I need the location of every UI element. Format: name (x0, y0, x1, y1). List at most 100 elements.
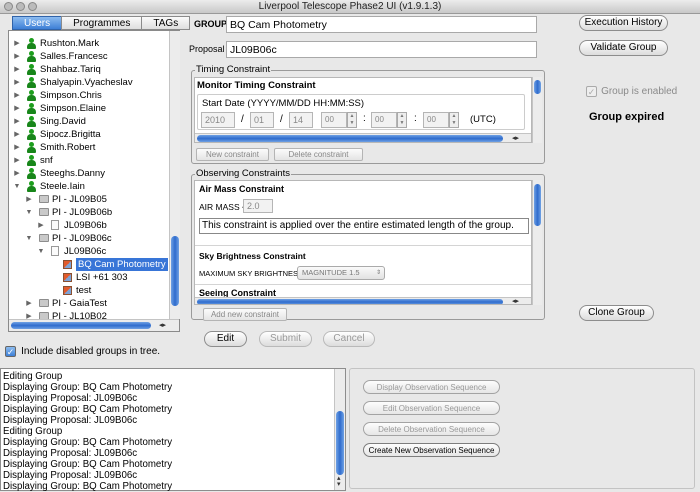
timing-scroll-arrows-icon[interactable]: ◂▸ (512, 135, 519, 142)
tree-node[interactable]: ▶ Sing.David (9, 115, 167, 128)
zoom-window-button[interactable] (28, 2, 37, 11)
second-field[interactable]: 00 (423, 112, 449, 128)
expand-arrow-icon[interactable]: ▶ (13, 76, 21, 89)
clone-group-button[interactable]: Clone Group (579, 305, 654, 321)
timing-horizontal-scrollbar[interactable]: ◂▸ (195, 133, 531, 142)
group-enabled-checkbox[interactable]: ✓ Group is enabled (586, 85, 677, 97)
minute-stepper-icon[interactable]: ▲ ▼ (397, 112, 407, 128)
user-tree[interactable]: ▶ Rushton.Mark ▶ Salles.Francesc ▶ Shahbaz.Ta… (8, 30, 180, 332)
expand-arrow-icon[interactable]: ▶ (13, 63, 21, 76)
tree-node[interactable]: ▶ Salles.Francesc (9, 50, 167, 63)
log-vertical-scrollbar[interactable]: ▴ ▾ (334, 369, 345, 490)
collapse-arrow-icon[interactable]: ▼ (25, 206, 33, 219)
tree-node[interactable]: ▶ JL09B06b (9, 219, 167, 232)
observation-group-icon (63, 260, 72, 269)
minimize-window-button[interactable] (16, 2, 25, 11)
tree-node[interactable]: ▶ PI - JL09B05 (9, 193, 167, 206)
tree-node[interactable]: BQ Cam Photometry (9, 258, 168, 271)
tree-node[interactable]: ▶ Simpson.Chris (9, 89, 167, 102)
delete-constraint-button[interactable]: Delete constraint (274, 148, 363, 161)
observing-constraints-list: Air Mass Constraint AIR MASS < 2.0 This … (194, 180, 532, 305)
close-window-button[interactable] (4, 2, 13, 11)
expand-arrow-icon[interactable]: ▶ (13, 37, 21, 50)
log-scroll-arrows-icon[interactable]: ▴ ▾ (337, 475, 341, 488)
delete-observation-sequence-button[interactable]: Delete Observation Sequence (363, 422, 500, 436)
tree-node[interactable]: ▼ JL09B06c (9, 245, 167, 258)
hour-field[interactable]: 00 (321, 112, 347, 128)
collapse-arrow-icon[interactable]: ▼ (37, 245, 45, 258)
tree-node[interactable]: ▶ Sipocz.Brigitta (9, 128, 167, 141)
timing-vertical-scroll-thumb[interactable] (534, 80, 541, 94)
day-field[interactable]: 14 (289, 112, 313, 128)
year-field[interactable]: 2010 (201, 112, 235, 128)
edit-observation-sequence-button[interactable]: Edit Observation Sequence (363, 401, 500, 415)
tree-horizontal-scroll-thumb[interactable] (11, 322, 151, 329)
log-vertical-scroll-thumb[interactable] (336, 411, 344, 475)
tree-node[interactable]: ▶ Shalyapin.Vyacheslav (9, 76, 167, 89)
expand-arrow-icon[interactable]: ▶ (13, 154, 21, 167)
tree-node[interactable]: ▶ snf (9, 154, 167, 167)
tree-node[interactable]: ▼ PI - JL09B06c (9, 232, 167, 245)
timing-vertical-scrollbar[interactable] (532, 77, 542, 143)
timing-constraint-list: Monitor Timing Constraint Start Date (YY… (194, 77, 532, 143)
validate-group-button[interactable]: Validate Group (579, 40, 668, 56)
tree-node[interactable]: ▶ Rushton.Mark (9, 37, 167, 50)
tree-node[interactable]: ▶ Smith.Robert (9, 141, 167, 154)
checkmark-icon[interactable]: ✓ (5, 345, 16, 357)
tree-node[interactable]: ▼ Steele.Iain (9, 180, 167, 193)
expand-arrow-icon[interactable]: ▶ (13, 167, 21, 180)
tree-node[interactable]: ▶ Simpson.Elaine (9, 102, 167, 115)
tree-horizontal-scrollbar[interactable]: ◂▸ (9, 319, 179, 331)
expand-arrow-icon[interactable]: ▶ (13, 115, 21, 128)
new-constraint-button[interactable]: New constraint (196, 148, 269, 161)
tree-node[interactable]: ▶ Steeghs.Danny (9, 167, 167, 180)
expand-arrow-icon[interactable]: ▶ (13, 128, 21, 141)
submit-button[interactable]: Submit (259, 331, 312, 347)
include-disabled-checkbox[interactable]: ✓ Include disabled groups in tree. (5, 345, 160, 357)
log-line: Displaying Proposal: JL09B06c (3, 415, 138, 426)
expand-arrow-icon[interactable]: ▶ (37, 219, 45, 232)
tree-node-label: test (76, 285, 92, 296)
observing-scroll-arrows-icon[interactable]: ◂▸ (512, 298, 519, 304)
display-observation-sequence-button[interactable]: Display Observation Sequence (363, 380, 500, 394)
tree-node[interactable]: LSI +61 303 (9, 271, 167, 284)
expand-arrow-icon[interactable]: ▶ (13, 89, 21, 102)
expand-arrow-icon[interactable]: ▶ (25, 297, 33, 310)
observing-horizontal-scrollbar[interactable]: ◂▸ (195, 297, 531, 304)
hour-stepper-icon[interactable]: ▲ ▼ (347, 112, 357, 128)
observing-horizontal-scroll-thumb[interactable] (197, 299, 503, 304)
group-name-field[interactable]: BQ Cam Photometry (226, 16, 537, 33)
expand-arrow-icon[interactable]: ▶ (13, 102, 21, 115)
minute-field[interactable]: 00 (371, 112, 397, 128)
observing-vertical-scrollbar[interactable] (532, 180, 542, 305)
tree-node[interactable]: ▼ PI - JL09B06b (9, 206, 167, 219)
tree-node[interactable]: ▶ PI - GaiaTest (9, 297, 167, 310)
create-observation-sequence-button[interactable]: Create New Observation Sequence (363, 443, 500, 457)
proposal-field[interactable]: JL09B06c (226, 41, 537, 58)
tab-tags[interactable]: TAGs (141, 16, 191, 30)
expand-arrow-icon[interactable]: ▶ (25, 193, 33, 206)
cancel-button[interactable]: Cancel (323, 331, 375, 347)
tree-vertical-scroll-thumb[interactable] (171, 236, 179, 306)
sky-brightness-select[interactable]: MAGNITUDE 1.5 ⇕ (297, 266, 385, 280)
tree-node-label: Shahbaz.Tariq (40, 64, 101, 75)
timing-horizontal-scroll-thumb[interactable] (197, 135, 503, 142)
checkmark-icon[interactable]: ✓ (586, 85, 597, 97)
tab-users[interactable]: Users (12, 16, 63, 30)
air-mass-field[interactable]: 2.0 (243, 199, 273, 213)
observing-vertical-scroll-thumb[interactable] (534, 184, 541, 226)
collapse-arrow-icon[interactable]: ▼ (13, 180, 21, 193)
tab-programmes[interactable]: Programmes (61, 16, 143, 30)
execution-history-button[interactable]: Execution History (579, 15, 668, 31)
expand-arrow-icon[interactable]: ▶ (13, 141, 21, 154)
expand-arrow-icon[interactable]: ▶ (13, 50, 21, 63)
tree-vertical-scrollbar[interactable] (169, 31, 180, 319)
second-stepper-icon[interactable]: ▲ ▼ (449, 112, 459, 128)
edit-button[interactable]: Edit (204, 331, 247, 347)
add-constraint-button[interactable]: Add new constraint (203, 308, 287, 321)
tree-node[interactable]: test (9, 284, 167, 297)
collapse-arrow-icon[interactable]: ▼ (25, 232, 33, 245)
month-field[interactable]: 01 (250, 112, 274, 128)
tree-node[interactable]: ▶ Shahbaz.Tariq (9, 63, 167, 76)
tree-scroll-arrows-icon[interactable]: ◂▸ (159, 322, 166, 330)
